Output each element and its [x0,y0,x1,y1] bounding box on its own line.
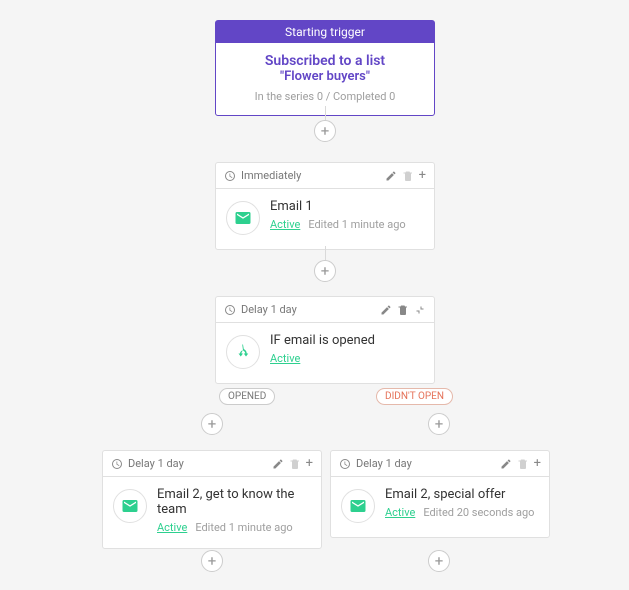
status-link[interactable]: Active [385,506,415,519]
edit-icon[interactable] [500,458,512,470]
trigger-title: Subscribed to a list [224,53,426,69]
delete-icon[interactable] [397,304,409,316]
condition-icon [226,335,260,369]
delete-icon[interactable] [289,458,301,470]
step-email1-card[interactable]: Immediately + Email 1 Active Edited [215,162,435,250]
add-mini-icon[interactable]: + [306,457,313,470]
clock-icon [224,304,236,316]
edited-label: Edited 1 minute ago [308,218,405,231]
status-link[interactable]: Active [157,521,187,534]
clock-icon [339,458,351,470]
add-step-button[interactable]: + [314,260,336,282]
step-email2b-card[interactable]: Delay 1 day + Email 2, special offer Act… [330,450,550,538]
step-condition-card[interactable]: Delay 1 day IF email is opened [215,296,435,384]
email-icon [226,201,260,235]
trigger-card[interactable]: Starting trigger Subscribed to a list "F… [215,20,435,116]
add-step-button[interactable]: + [201,550,223,572]
step-delay-label: Delay 1 day [241,303,297,316]
clock-icon [111,458,123,470]
edited-label: Edited 20 seconds ago [423,506,534,519]
edit-icon[interactable] [380,304,392,316]
trigger-stats: In the series 0 / Completed 0 [224,90,426,103]
edit-icon[interactable] [385,170,397,182]
add-step-button[interactable]: + [314,120,336,142]
collapse-icon[interactable] [414,304,426,316]
branch-opened-label: OPENED [219,388,275,405]
step-title: Email 2, special offer [385,487,539,502]
add-mini-icon[interactable]: + [534,457,541,470]
step-title: IF email is opened [270,333,424,348]
add-mini-icon[interactable]: + [419,169,426,182]
edited-label: Edited 1 minute ago [195,521,292,534]
step-email2a-card[interactable]: Delay 1 day + Email 2, get to know the t… [102,450,322,549]
trigger-subtitle: "Flower buyers" [224,69,426,84]
status-link[interactable]: Active [270,352,300,365]
edit-icon[interactable] [272,458,284,470]
step-delay-label: Delay 1 day [356,457,412,470]
delete-icon[interactable] [517,458,529,470]
step-delay-label: Delay 1 day [128,457,184,470]
step-title: Email 1 [270,199,424,214]
branch-notopened-label: DIDN'T OPEN [376,388,453,405]
email-icon [113,489,147,523]
delete-icon[interactable] [402,170,414,182]
add-step-button[interactable]: + [201,413,223,435]
step-title: Email 2, get to know the team [157,487,311,517]
status-link[interactable]: Active [270,218,300,231]
email-icon [341,489,375,523]
clock-icon [224,170,236,182]
add-step-button[interactable]: + [428,413,450,435]
add-step-button[interactable]: + [428,550,450,572]
step-delay-label: Immediately [241,169,301,182]
trigger-header: Starting trigger [216,21,434,43]
